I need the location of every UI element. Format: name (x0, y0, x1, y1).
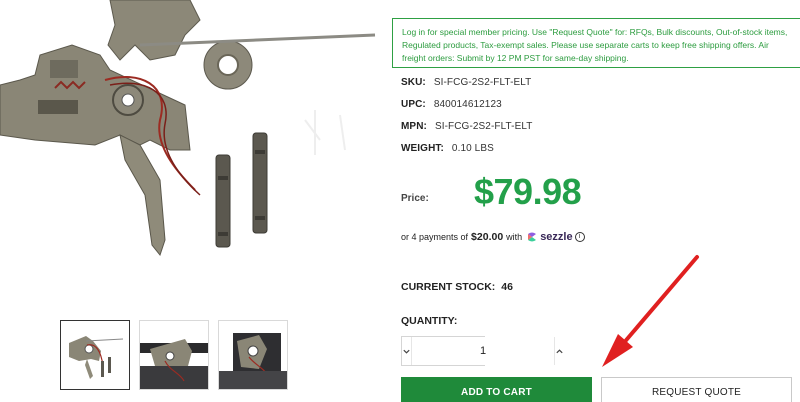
thumbnail-1[interactable] (60, 320, 130, 390)
price-row: Price: $79.98 (401, 171, 791, 215)
installment-amount: $20.00 (471, 231, 504, 243)
installment-prefix: or 4 payments of (401, 232, 469, 242)
spec-value: 0.10 LBS (451, 142, 494, 154)
member-pricing-notice: Log in for special member pricing. Use "… (392, 18, 800, 68)
thumbnail-image (69, 336, 124, 379)
spec-value: SI-FCG-2S2-FLT-ELT (433, 76, 532, 88)
quantity-increment-button[interactable] (555, 337, 564, 365)
trigger-group-image (0, 0, 376, 257)
installment-offer: or 4 payments of $20.00 with sezzle i (401, 231, 585, 243)
price-value: $79.98 (474, 171, 582, 212)
product-specs: SKU: SI-FCG-2S2-FLT-ELT UPC: 84001461212… (401, 71, 791, 159)
quantity-stepper (401, 336, 563, 366)
info-icon[interactable]: i (574, 232, 585, 242)
request-quote-button[interactable]: REQUEST QUOTE (601, 377, 792, 402)
sezzle-logo-icon (528, 232, 537, 242)
spec-label: WEIGHT: (401, 142, 444, 154)
installment-with: with (506, 232, 523, 242)
stock-value: 46 (501, 281, 513, 293)
spec-row-weight: WEIGHT: 0.10 LBS (401, 137, 791, 159)
chevron-up-icon (556, 348, 563, 353)
spec-value: 840014612123 (433, 98, 502, 110)
sezzle-label: sezzle (540, 231, 573, 243)
thumbnail-2[interactable] (139, 320, 209, 390)
spec-label: SKU: (401, 76, 426, 88)
spec-value: SI-FCG-2S2-FLT-ELT (434, 120, 533, 132)
product-main-image[interactable] (0, 0, 395, 300)
add-to-cart-button[interactable]: ADD TO CART (401, 377, 592, 402)
spec-label: MPN: (401, 120, 427, 132)
spec-label: UPC: (401, 98, 426, 110)
price-label: Price: (401, 193, 429, 204)
spec-row-mpn: MPN: SI-FCG-2S2-FLT-ELT (401, 115, 791, 137)
quantity-label: QUANTITY: (401, 315, 458, 327)
spec-row-sku: SKU: SI-FCG-2S2-FLT-ELT (401, 71, 791, 93)
stock-label: CURRENT STOCK: (401, 281, 496, 293)
thumbnail-image (219, 321, 287, 389)
thumbnail-image (140, 321, 208, 389)
chevron-down-icon (403, 349, 410, 354)
spec-row-upc: UPC: 840014612123 (401, 93, 791, 115)
stock-status: CURRENT STOCK: 46 (401, 281, 513, 293)
quantity-input[interactable] (411, 337, 555, 365)
sezzle-logo[interactable]: sezzle (526, 231, 573, 243)
quantity-decrement-button[interactable] (402, 337, 411, 365)
thumbnail-3[interactable] (218, 320, 288, 390)
